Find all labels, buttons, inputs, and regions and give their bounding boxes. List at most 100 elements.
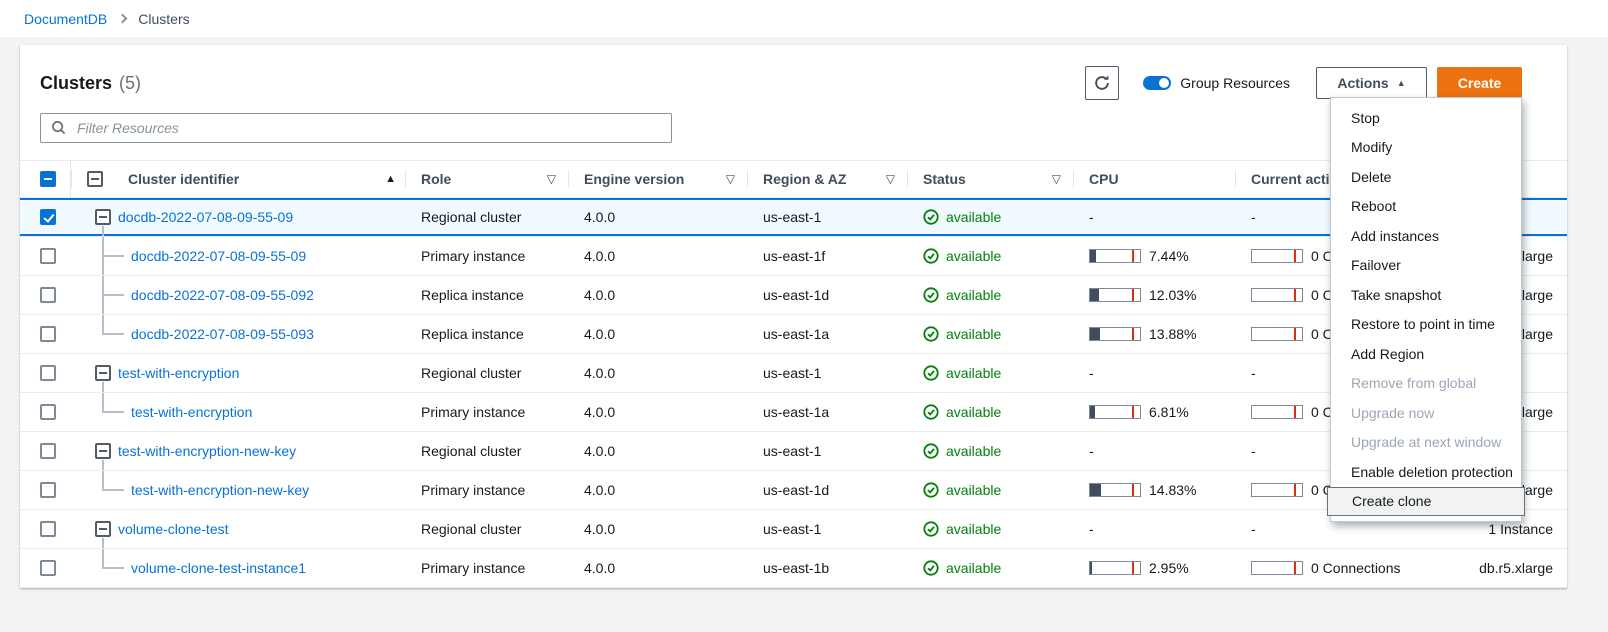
activity-empty-dash: - [1251,521,1256,537]
role-cell: Replica instance [405,276,568,314]
expand-collapse-icon[interactable] [95,365,111,381]
expand-collapse-icon[interactable] [95,443,111,459]
cpu-cell: 14.83% [1073,471,1235,509]
cpu-cell: - [1073,198,1235,236]
filter-icon[interactable]: ▽ [1052,172,1061,186]
region-az-cell: us-east-1f [747,237,907,275]
engine-version-cell: 4.0.0 [568,510,747,548]
menu-item-reboot[interactable]: Reboot [1331,192,1521,222]
row-checkbox[interactable] [40,248,56,264]
cpu-cell: - [1073,354,1235,392]
refresh-button[interactable] [1085,66,1119,100]
column-header-status[interactable]: Status▽ [907,161,1073,197]
threshold-tick-icon [1294,562,1296,574]
menu-item-enable-deletion-protection[interactable]: Enable deletion protection [1331,457,1521,487]
status-label: available [946,365,1001,381]
cpu-bar [1089,327,1141,341]
engine-version-cell: 4.0.0 [568,432,747,470]
instance-link[interactable]: docdb-2022-07-08-09-55-09 [131,248,306,264]
identifier-cell: volume-clone-test-instance1 [71,549,405,587]
threshold-tick-icon [1132,406,1134,418]
row-checkbox[interactable] [40,482,56,498]
status-available-icon [923,209,939,225]
activity-empty-dash: - [1251,443,1256,459]
breadcrumb: DocumentDB Clusters [0,0,1608,37]
row-checkbox[interactable] [40,209,56,225]
region-az-cell: us-east-1b [747,549,907,587]
connections-bar [1251,288,1303,302]
region-az-cell: us-east-1 [747,198,907,236]
status-label: available [946,560,1001,576]
instance-link[interactable]: test-with-encryption-new-key [131,482,309,498]
region-az-cell: us-east-1d [747,471,907,509]
create-button[interactable]: Create [1437,67,1522,99]
instance-link[interactable]: volume-clone-test-instance1 [131,560,306,576]
instance-link[interactable]: docdb-2022-07-08-09-55-092 [131,287,314,303]
role-cell: Regional cluster [405,198,568,236]
bar-fill [1090,328,1100,340]
filter-icon[interactable]: ▽ [547,172,556,186]
row-checkbox[interactable] [40,326,56,342]
menu-item-failover[interactable]: Failover [1331,251,1521,281]
identifier-cell: docdb-2022-07-08-09-55-09 [71,198,405,236]
expand-collapse-icon[interactable] [95,521,111,537]
column-header-role[interactable]: Role▽ [405,161,568,197]
instance-link[interactable]: test-with-encryption [131,404,252,420]
menu-item-upgrade-at-next-window: Upgrade at next window [1331,428,1521,458]
role-cell: Primary instance [405,237,568,275]
filter-input[interactable] [40,113,672,143]
row-checkbox[interactable] [40,560,56,576]
identifier-cell: volume-clone-test [71,510,405,548]
select-cell [20,276,71,314]
row-checkbox[interactable] [40,443,56,459]
menu-item-add-instances[interactable]: Add instances [1331,221,1521,251]
menu-item-stop[interactable]: Stop [1331,103,1521,133]
connections-bar [1251,249,1303,263]
select-cell [20,315,71,353]
column-label: CPU [1089,171,1119,187]
actions-button-label: Actions [1337,75,1388,91]
menu-item-create-clone[interactable]: Create clone [1327,487,1525,517]
filter-icon[interactable]: ▽ [726,172,735,186]
status-available-icon [923,365,939,381]
status-label: available [946,287,1001,303]
header-select-all-checkbox[interactable] [40,171,56,187]
toggle-knob [1159,78,1169,88]
cluster-link[interactable]: test-with-encryption [118,365,239,381]
column-header-engine-version[interactable]: Engine version▽ [568,161,747,197]
threshold-tick-icon [1294,328,1296,340]
activity-empty-dash: - [1251,365,1256,381]
menu-item-restore-to-point-in-time[interactable]: Restore to point in time [1331,310,1521,340]
engine-version-cell: 4.0.0 [568,549,747,587]
column-header-cluster-identifier[interactable]: Cluster identifier▲ [71,161,405,197]
status-available-icon [923,443,939,459]
menu-item-modify[interactable]: Modify [1331,133,1521,163]
column-header-region-az[interactable]: Region & AZ▽ [747,161,907,197]
identifier-cell: docdb-2022-07-08-09-55-092 [71,276,405,314]
row-checkbox[interactable] [40,521,56,537]
group-resources-toggle[interactable] [1143,76,1171,90]
actions-button[interactable]: Actions ▲ [1316,67,1427,99]
menu-item-add-region[interactable]: Add Region [1331,339,1521,369]
menu-item-take-snapshot[interactable]: Take snapshot [1331,280,1521,310]
filter-icon[interactable]: ▽ [886,172,895,186]
row-checkbox[interactable] [40,404,56,420]
select-cell [20,510,71,548]
cluster-link[interactable]: docdb-2022-07-08-09-55-09 [118,209,293,225]
header-expand-all-icon[interactable] [87,171,103,187]
menu-item-delete[interactable]: Delete [1331,162,1521,192]
row-checkbox[interactable] [40,365,56,381]
cluster-link[interactable]: test-with-encryption-new-key [118,443,296,459]
cluster-link[interactable]: volume-clone-test [118,521,229,537]
cpu-value: 12.03% [1149,287,1196,303]
expand-collapse-icon[interactable] [95,209,111,225]
row-checkbox[interactable] [40,287,56,303]
bar-fill [1090,250,1096,262]
instance-link[interactable]: docdb-2022-07-08-09-55-093 [131,326,314,342]
connections-bar [1251,405,1303,419]
column-header-cpu[interactable]: CPU [1073,161,1235,197]
role-cell: Regional cluster [405,354,568,392]
actions-menu: StopModifyDeleteRebootAdd instancesFailo… [1330,97,1522,522]
refresh-icon [1093,74,1111,92]
breadcrumb-link-documentdb[interactable]: DocumentDB [24,11,107,27]
